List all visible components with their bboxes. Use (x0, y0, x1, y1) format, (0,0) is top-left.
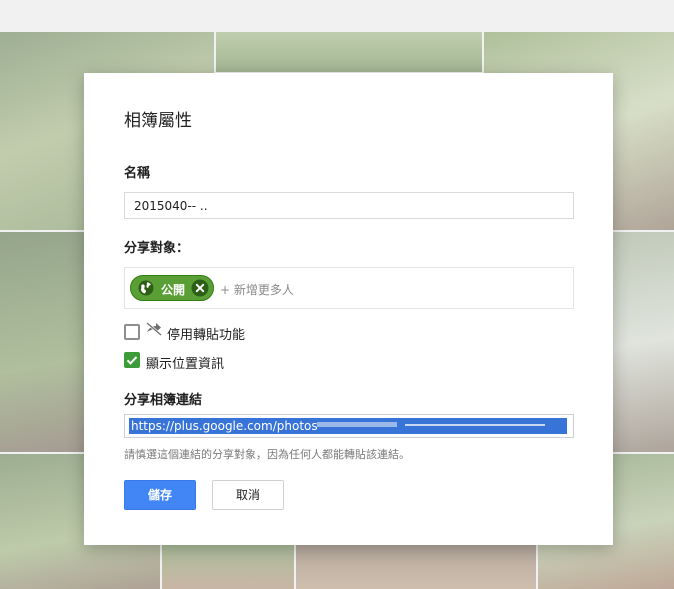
redacted-link-part (405, 424, 545, 426)
link-hint: 請慎選這個連結的分享對象，因為任何人都能轉貼該連結。 (124, 448, 410, 461)
public-chip-label: 公開 (161, 283, 186, 297)
photo-tile[interactable] (296, 545, 536, 589)
photo-tile[interactable] (613, 232, 674, 452)
share-link-text: https://plus.google.com/photos (131, 419, 318, 433)
share-recipients-field[interactable]: 公開 + 新增更多人 (124, 267, 574, 309)
album-properties-dialog: 相簿屬性 名稱 2015040-- .. 分享對象： 公開 + 新增更多人 停用… (84, 73, 613, 545)
share-link-label: 分享相簿連結 (124, 393, 203, 408)
share-label: 分享對象： (124, 241, 190, 256)
cancel-button[interactable]: 取消 (212, 480, 284, 510)
globe-icon (138, 280, 154, 296)
photo-tile[interactable] (162, 545, 294, 589)
remove-chip-icon[interactable] (191, 279, 209, 297)
photo-tile[interactable] (216, 32, 482, 72)
disable-reshare-label: 停用轉貼功能 (167, 328, 246, 343)
photo-tile[interactable] (0, 232, 84, 452)
reshare-off-icon (146, 322, 162, 336)
public-chip[interactable]: 公開 (130, 275, 214, 301)
dialog-title: 相簿屬性 (124, 111, 192, 131)
save-button[interactable]: 儲存 (124, 480, 196, 510)
show-location-label: 顯示位置資訊 (146, 357, 225, 372)
top-bar (0, 0, 674, 32)
share-link-field[interactable]: https://plus.google.com/photos (124, 414, 574, 438)
show-location-checkbox[interactable] (124, 352, 140, 368)
add-more-people[interactable]: + 新增更多人 (220, 281, 294, 298)
redacted-link-part (317, 422, 397, 427)
disable-reshare-checkbox[interactable] (124, 324, 140, 340)
name-label: 名稱 (124, 166, 151, 181)
checkmark-icon (126, 356, 138, 365)
album-name-input[interactable]: 2015040-- .. (124, 192, 574, 219)
